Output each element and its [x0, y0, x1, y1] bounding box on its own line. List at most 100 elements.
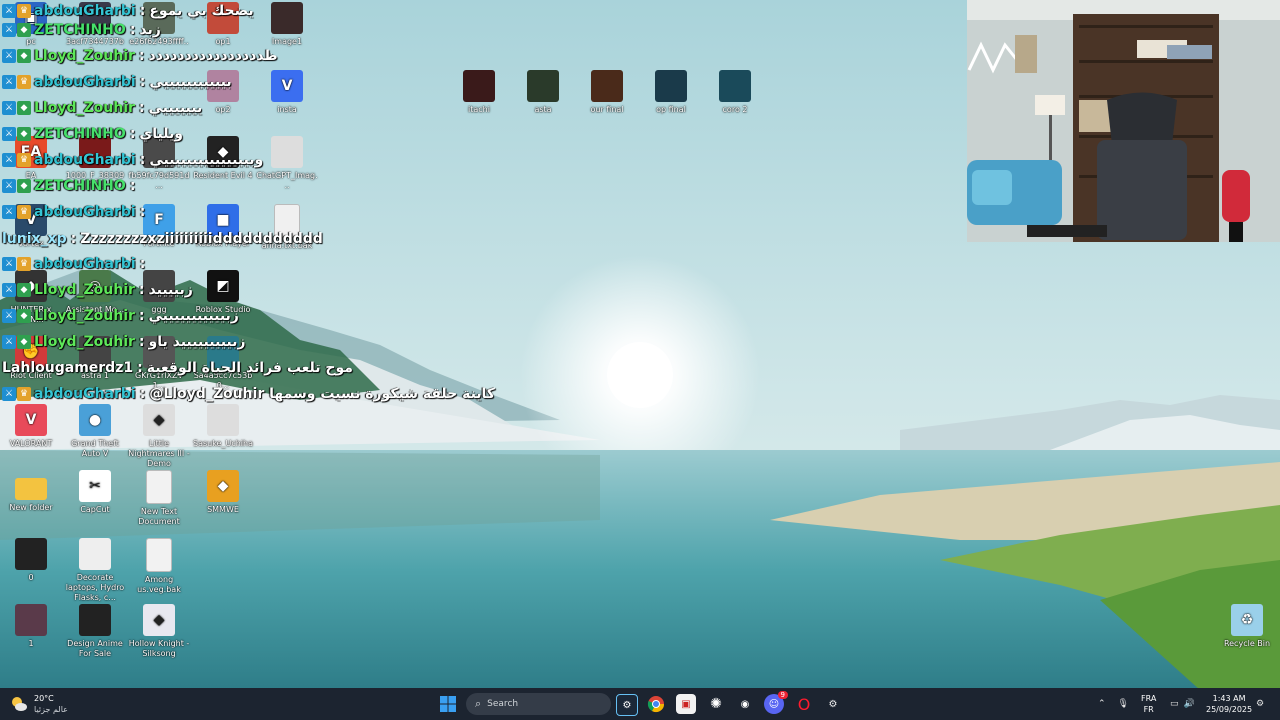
notification-icon[interactable]: ⚙ [1256, 688, 1264, 720]
chat-separator: : [139, 386, 146, 402]
chat-username: ZETCHINHO [34, 22, 126, 38]
desktop-icon-among[interactable]: Among us.veg.bak [128, 538, 190, 595]
crown-badge-icon: ♛ [17, 4, 31, 18]
game-icon[interactable]: ⚙ [823, 694, 843, 714]
desktop-icon-capcut[interactable]: ✂ CapCut [64, 470, 126, 515]
chat-username: Lloyd_Zouhir [34, 100, 135, 116]
location-icon[interactable]: ◉ [735, 694, 755, 714]
desktop-icon-littlenightmares[interactable]: ◆ Little Nightmares III - Demo [128, 404, 190, 469]
capcut-icon: ✂ [79, 470, 111, 502]
desktop-icon-image1[interactable]: Image1 [256, 2, 318, 47]
desktop-icon-smmwe[interactable]: ◆ SMMWE [192, 470, 254, 515]
vip-badge-icon: ◆ [17, 335, 31, 349]
desktop-icon-coro[interactable]: coro 2 [704, 70, 766, 115]
chat-username: Lahlougamerdz1 [2, 360, 134, 376]
mod-badge-icon: ⚔ [2, 153, 16, 167]
app-icon[interactable]: ▣ [676, 694, 696, 714]
chat-separator: : [129, 22, 136, 38]
desktop-icon-label: Little Nightmares III - Demo [128, 439, 190, 468]
desktop-icon-designanime[interactable]: Design Anime For Sale [64, 604, 126, 659]
desktop-icon-chatgpt[interactable]: ChatGPT_Imag... [256, 136, 318, 191]
desktop-icon-label: Recycle Bin [1223, 639, 1271, 648]
crown-badge-icon: ♛ [17, 205, 31, 219]
desktop-icon-zero[interactable]: 0 [0, 538, 62, 583]
chat-username: lunix_xp [2, 231, 67, 247]
volume-icon: 🔊 [1183, 699, 1195, 709]
steam-icon[interactable]: ⚙ [616, 694, 638, 716]
chat-separator: : [70, 231, 77, 247]
image-file-icon [79, 538, 111, 570]
vip-badge-icon: ◆ [17, 101, 31, 115]
desktop-icon-opfinal2[interactable]: op final [640, 70, 702, 115]
chat-badges: ⚔ ♛ [2, 153, 31, 167]
desktop-icon-asta[interactable]: asta [512, 70, 574, 115]
taskbar-clock[interactable]: 1:43 AM 25/09/2025 [1206, 693, 1252, 715]
desktop-icon-itachi[interactable]: itachi [448, 70, 510, 115]
desktop-icon-valorant[interactable]: V VALORANT [0, 404, 62, 449]
chat-message: ⚔ ◆ ZETCHINHO: [2, 175, 139, 197]
image-file-icon [15, 604, 47, 636]
desktop-icon-label: Among us.veg.bak [137, 575, 181, 594]
desktop-icon-label: our final [590, 105, 624, 114]
chat-separator: : [139, 3, 146, 19]
desktop-icon-gta[interactable]: ● Grand Theft Auto V [64, 404, 126, 459]
microphone-icon[interactable]: 🎙 [1118, 699, 1129, 709]
vip-badge-icon: ◆ [17, 49, 31, 63]
search-placeholder: Search [487, 699, 519, 709]
discord-icon[interactable]: ☺ 9 [764, 691, 788, 714]
desktop-icon-label: Design Anime For Sale [67, 639, 123, 658]
mod-badge-icon: ⚔ [2, 127, 16, 141]
desktop-icon-opfinal[interactable]: our final [576, 70, 638, 115]
image-file-icon [463, 70, 495, 102]
chat-username: Lloyd_Zouhir [34, 334, 135, 350]
chat-separator: : [129, 126, 136, 142]
chrome-icon[interactable] [646, 694, 666, 714]
desktop-icon-label: Sasuke_Uchiha [192, 439, 253, 448]
desktop-icon-decorate[interactable]: Decorate laptops, Hydro Flasks, c... [64, 538, 126, 603]
vip-badge-icon: ◆ [17, 179, 31, 193]
desktop-icon-newtext[interactable]: New Text Document [128, 470, 190, 527]
desktop-icon-one[interactable]: 1 [0, 604, 62, 649]
chat-username: Lloyd_Zouhir [34, 308, 135, 324]
chat-separator: : [139, 152, 146, 168]
chat-badges: ⚔ ♛ [2, 387, 31, 401]
mod-badge-icon: ⚔ [2, 179, 16, 193]
chat-text: زبيييييييييييي [148, 308, 239, 324]
game-icon: ◆ [143, 604, 175, 636]
mod-badge-icon: ⚔ [2, 205, 16, 219]
mod-badge-icon: ⚔ [2, 309, 16, 323]
chat-badges: ⚔ ◆ [2, 283, 31, 297]
language-indicator[interactable]: FRA FR [1141, 693, 1156, 715]
webcam-feed-image [967, 0, 1280, 242]
chat-text: @Lloyd_Zouhir كاينة حلقة شيكورة نسيت وسم… [149, 386, 495, 402]
weather-description: عالم جزئيا [34, 705, 68, 714]
mod-badge-icon: ⚔ [2, 101, 16, 115]
search-icon: ⌕ [475, 697, 482, 710]
chrome-logo [647, 696, 665, 713]
opera-icon[interactable]: O [794, 694, 814, 714]
desktop-icon-label: Grand Theft Auto V [71, 439, 119, 458]
quick-settings[interactable]: ▭ 🔊 [1170, 688, 1195, 720]
chat-username: Lloyd_Zouhir [34, 48, 135, 64]
desktop-icon-sasuke[interactable]: Sasuke_Uchiha [192, 404, 254, 449]
weather-widget[interactable]: 20°C عالم جزئيا [10, 693, 68, 715]
desktop-icon-label: coro 2 [722, 105, 748, 114]
chat-message: ⚔ ◆ Lloyd_Zouhir: زبيييييييييييي [2, 305, 239, 327]
chat-text: يضحك بي يموع [149, 3, 254, 19]
mod-badge-icon: ⚔ [2, 4, 16, 18]
desktop-icon-insta[interactable]: Vinsta [256, 70, 318, 115]
desktop-icon-recycle[interactable]: ♻ Recycle Bin [1216, 604, 1278, 649]
chevron-up-icon[interactable]: ⌃ [1098, 699, 1106, 709]
taskbar-search-box[interactable]: ⌕ Search [466, 693, 611, 715]
desktop-icon-label: New folder [9, 503, 53, 512]
desktop-icon-hollow[interactable]: ◆ Hollow Knight - Silksong [128, 604, 190, 659]
windows-start-icon[interactable] [440, 696, 456, 712]
chat-username: abdouGharbi [34, 386, 136, 402]
v-app-icon: V [271, 70, 303, 102]
desktop-icon-newfolder[interactable]: New folder [0, 470, 62, 513]
taskbar: 20°C عالم جزئيا ⌕ Search ⚙ ▣ ✺ ◉ ☺ 9 O ⚙… [0, 688, 1280, 720]
chat-separator: : [139, 204, 146, 220]
chatgpt-icon[interactable]: ✺ [706, 694, 726, 714]
image-file-icon [271, 2, 303, 34]
chat-text: موح تلعب فرائد الحياة الوقعية [146, 360, 353, 376]
